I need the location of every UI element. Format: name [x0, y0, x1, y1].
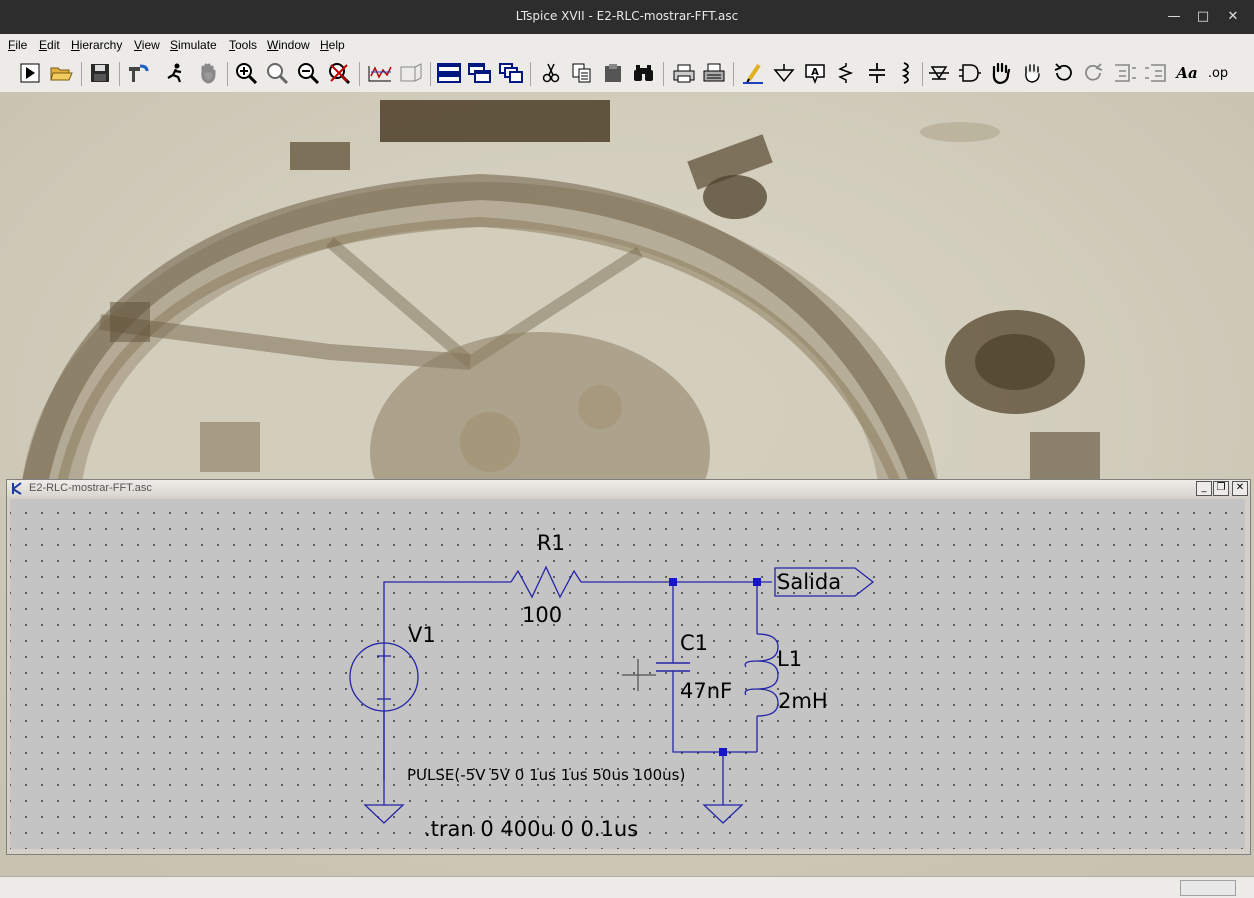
capacitor-icon[interactable] — [864, 60, 890, 86]
save-icon[interactable] — [87, 60, 113, 86]
drag-hand-icon[interactable] — [1019, 60, 1045, 86]
copy-icon[interactable] — [569, 60, 595, 86]
resistor-icon[interactable] — [833, 60, 859, 86]
move-hand-icon[interactable] — [988, 60, 1014, 86]
open-icon[interactable] — [48, 60, 74, 86]
svg-text:A: A — [811, 67, 819, 78]
l1-name-label[interactable]: L1 — [777, 647, 802, 671]
c1-name-label[interactable]: C1 — [680, 631, 708, 655]
child-minimize-icon[interactable]: _ — [1196, 481, 1212, 496]
status-cell — [1180, 880, 1236, 896]
v1-plus-sign — [377, 649, 391, 663]
junction-dot-c1-top — [669, 578, 677, 586]
toolbar: A Aa .op — [0, 56, 1254, 93]
print-icon[interactable] — [671, 60, 697, 86]
control-panel-icon[interactable] — [125, 60, 151, 86]
inductor-l1-symbol — [744, 633, 779, 717]
zoom-out-icon[interactable] — [296, 60, 322, 86]
label-net-icon[interactable]: A — [802, 60, 828, 86]
paste-icon[interactable] — [600, 60, 626, 86]
menu-hierarchy[interactable]: Hierarchy — [71, 38, 122, 52]
ground-symbol-right — [702, 804, 744, 824]
menu-bar: File Edit Hierarchy View Simulate Tools … — [0, 34, 1254, 56]
zoom-in-icon[interactable] — [234, 60, 260, 86]
menu-file[interactable]: File — [8, 38, 27, 52]
wire-v1-r1 — [383, 581, 511, 781]
v1-name-label[interactable]: V1 — [408, 623, 436, 647]
title-bar: LTspice XVII - E2-RLC-mostrar-FFT.asc — … — [0, 0, 1254, 34]
r1-value-label[interactable]: 100 — [522, 603, 562, 627]
junction-dot-l1-top — [753, 578, 761, 586]
redo-icon[interactable] — [1081, 60, 1107, 86]
window-title: LTspice XVII - E2-RLC-mostrar-FFT.asc — [515, 9, 739, 23]
status-bar — [0, 876, 1254, 898]
ground-symbol-left — [363, 804, 405, 824]
menu-window[interactable]: Window — [267, 38, 310, 52]
zoom-cancel-icon[interactable] — [327, 60, 353, 86]
junction-dot-ground — [719, 748, 727, 756]
schematic-drawing[interactable] — [10, 499, 1245, 849]
tile-horizontal-icon[interactable] — [436, 60, 462, 86]
menu-edit[interactable]: Edit — [39, 38, 60, 52]
menu-tools[interactable]: Tools — [229, 38, 257, 52]
schematic-window: E2-RLC-mostrar-FFT.asc _ ❐ ✕ R1 100 V1 C… — [6, 479, 1251, 855]
schematic-window-titlebar[interactable]: E2-RLC-mostrar-FFT.asc _ ❐ ✕ — [7, 480, 1250, 497]
child-close-icon[interactable]: ✕ — [1232, 481, 1248, 496]
menu-simulate[interactable]: Simulate — [170, 38, 217, 52]
spice-directive-icon[interactable]: .op — [1205, 60, 1231, 86]
resistor-r1-symbol — [510, 565, 582, 599]
c1-value-label[interactable]: 47nF — [680, 679, 732, 703]
spice-directive-text[interactable]: .tran 0 400u 0 0.1us — [424, 817, 638, 841]
run-icon[interactable] — [17, 60, 43, 86]
crosshair-cursor — [622, 659, 656, 691]
print-setup-icon[interactable] — [701, 60, 727, 86]
text-icon[interactable]: Aa — [1174, 60, 1200, 86]
halt-icon[interactable] — [163, 60, 189, 86]
pan-hand-icon[interactable] — [195, 60, 221, 86]
cascade-icon[interactable] — [498, 60, 524, 86]
net-label-text[interactable]: Salida — [777, 570, 841, 594]
wire-capacitor-branch — [672, 582, 757, 753]
waveform-shrink-icon[interactable] — [398, 60, 424, 86]
r1-name-label[interactable]: R1 — [537, 531, 565, 555]
menu-help[interactable]: Help — [320, 38, 345, 52]
l1-value-label[interactable]: 2mH — [778, 689, 828, 713]
close-icon[interactable]: ✕ — [1222, 6, 1244, 28]
schematic-canvas[interactable]: R1 100 V1 C1 47nF L1 2mH Salida PULSE(-5… — [10, 499, 1245, 849]
minimize-icon[interactable]: — — [1163, 6, 1185, 28]
draw-wire-icon[interactable] — [740, 60, 766, 86]
diode-icon[interactable] — [926, 60, 952, 86]
menu-view[interactable]: View — [134, 38, 160, 52]
cut-icon[interactable] — [538, 60, 564, 86]
waveform-autorange-icon[interactable] — [367, 60, 393, 86]
ground-icon[interactable] — [771, 60, 797, 86]
tile-vertical-icon[interactable] — [467, 60, 493, 86]
find-icon[interactable] — [631, 60, 657, 86]
rotate-icon[interactable] — [1112, 60, 1138, 86]
child-restore-icon[interactable]: ❐ — [1213, 481, 1229, 496]
v1-value-label[interactable]: PULSE(-5V 5V 0 1us 1us 50us 100us) — [407, 766, 685, 784]
zoom-fit-icon[interactable] — [265, 60, 291, 86]
maximize-icon[interactable]: □ — [1192, 6, 1214, 28]
component-icon[interactable] — [957, 60, 983, 86]
undo-icon[interactable] — [1050, 60, 1076, 86]
inductor-icon[interactable] — [894, 60, 920, 86]
mirror-icon[interactable] — [1143, 60, 1169, 86]
schematic-tab-title: E2-RLC-mostrar-FFT.asc — [29, 482, 152, 494]
ltspice-logo-icon — [12, 482, 22, 495]
